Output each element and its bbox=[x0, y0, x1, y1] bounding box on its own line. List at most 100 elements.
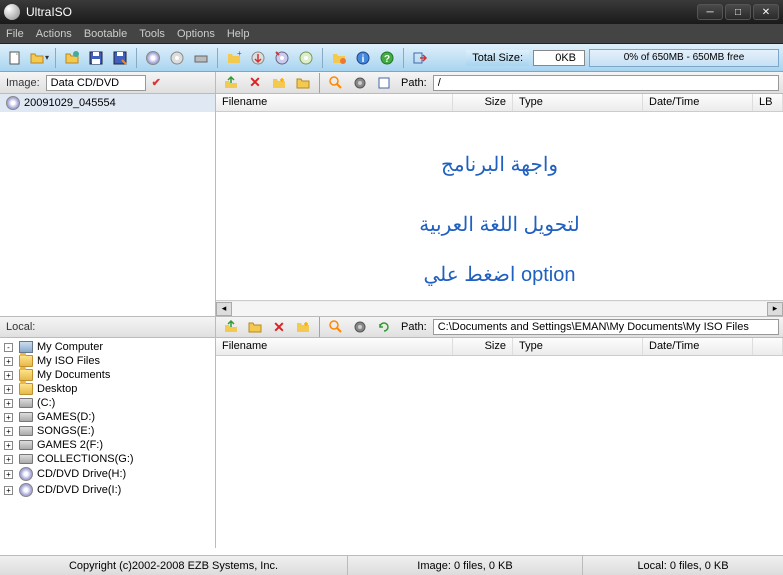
maximize-button[interactable]: □ bbox=[725, 4, 751, 20]
menu-actions[interactable]: Actions bbox=[36, 28, 72, 40]
add-files-button[interactable]: + bbox=[223, 47, 245, 69]
col-datetime[interactable]: Date/Time bbox=[643, 94, 753, 111]
img-path-input[interactable] bbox=[433, 75, 779, 91]
new-button[interactable] bbox=[4, 47, 26, 69]
local-tree-item[interactable]: + GAMES 2(F:) bbox=[2, 438, 213, 452]
col-type[interactable]: Type bbox=[513, 94, 643, 111]
disc-icon bbox=[6, 96, 20, 110]
img-find-button[interactable] bbox=[325, 72, 347, 94]
col-spare bbox=[753, 338, 783, 355]
col-filename[interactable]: Filename bbox=[216, 94, 453, 111]
img-folder-button[interactable] bbox=[292, 72, 314, 94]
local-tree-item[interactable]: +GAMES(D:) bbox=[2, 410, 213, 424]
exit-button[interactable] bbox=[409, 47, 431, 69]
loc-up-button[interactable] bbox=[220, 316, 242, 338]
expand-icon[interactable]: + bbox=[4, 455, 13, 464]
image-file-pane: Filename Size Type Date/Time LB واجهة ال… bbox=[216, 94, 783, 316]
img-up-button[interactable] bbox=[220, 72, 242, 94]
loc-props-button[interactable] bbox=[349, 316, 371, 338]
loc-refresh-button[interactable] bbox=[373, 316, 395, 338]
local-item-label: GAMES 2(F:) bbox=[37, 439, 103, 451]
col-lb[interactable]: LB bbox=[753, 94, 783, 111]
add-folder-button[interactable] bbox=[328, 47, 350, 69]
local-tree-item[interactable]: +COLLECTIONS(G:) bbox=[2, 452, 213, 466]
expand-icon[interactable]: + bbox=[4, 441, 13, 450]
menu-file[interactable]: File bbox=[6, 28, 24, 40]
local-item-label: CD/DVD Drive(I:) bbox=[37, 484, 121, 496]
menu-help[interactable]: Help bbox=[227, 28, 250, 40]
loc-open-button[interactable] bbox=[244, 316, 266, 338]
create-cd-button[interactable] bbox=[142, 47, 164, 69]
local-file-pane: Filename Size Type Date/Time bbox=[216, 338, 783, 548]
image-tree-pane: 20091029_045554 bbox=[0, 94, 216, 316]
loc-delete-button[interactable]: ✕ bbox=[268, 316, 290, 338]
expand-icon[interactable]: + bbox=[4, 385, 13, 394]
img-props-button[interactable] bbox=[349, 72, 371, 94]
help-button[interactable]: ? bbox=[376, 47, 398, 69]
col-type[interactable]: Type bbox=[513, 338, 643, 355]
expand-icon[interactable]: + bbox=[4, 470, 13, 479]
size-progress: 0% of 650MB - 650MB free bbox=[589, 49, 779, 67]
img-newfolder-button[interactable] bbox=[268, 72, 290, 94]
save-as-button[interactable] bbox=[109, 47, 131, 69]
loc-newfolder-button[interactable] bbox=[292, 316, 314, 338]
compress-button[interactable] bbox=[295, 47, 317, 69]
expand-icon[interactable]: + bbox=[4, 427, 13, 436]
scroll-right-icon[interactable]: ▸ bbox=[767, 302, 783, 316]
col-size[interactable]: Size bbox=[453, 338, 513, 355]
reopen-button[interactable] bbox=[61, 47, 83, 69]
main-toolbar: ▾ + i ? Total Size: 0KB 0% of 650MB - 65… bbox=[0, 44, 783, 72]
img-label-button[interactable] bbox=[373, 72, 395, 94]
scroll-left-icon[interactable]: ◂ bbox=[216, 302, 232, 316]
menu-bootable[interactable]: Bootable bbox=[84, 28, 127, 40]
image-hscroll[interactable]: ◂ ▸ bbox=[216, 300, 783, 316]
drive-icon bbox=[19, 412, 33, 422]
minimize-button[interactable]: ─ bbox=[697, 4, 723, 20]
status-image: Image: 0 files, 0 KB bbox=[348, 556, 583, 575]
col-size[interactable]: Size bbox=[453, 94, 513, 111]
local-tree-item[interactable]: + SONGS(E:) bbox=[2, 424, 213, 438]
loc-find-button[interactable] bbox=[325, 316, 347, 338]
local-tree-item[interactable]: + CD/DVD Drive(H:) bbox=[2, 466, 213, 482]
local-tree-item[interactable]: +Desktop bbox=[2, 382, 213, 396]
local-tree-item[interactable]: +My ISO Files bbox=[2, 354, 213, 368]
expand-icon[interactable]: + bbox=[4, 399, 13, 408]
overlay-line1: واجهة البرنامج bbox=[216, 152, 783, 177]
img-delete-button[interactable]: ✕ bbox=[244, 72, 266, 94]
mount-button[interactable] bbox=[190, 47, 212, 69]
image-label: Image: bbox=[6, 77, 40, 89]
extract-button[interactable] bbox=[247, 47, 269, 69]
expand-icon[interactable]: - bbox=[4, 343, 13, 352]
make-image-button[interactable] bbox=[271, 47, 293, 69]
overlay-line2: لتحويل اللغة العربية bbox=[216, 212, 783, 237]
menu-tools[interactable]: Tools bbox=[139, 28, 165, 40]
image-type-dropdown[interactable]: Data CD/DVD bbox=[46, 75, 146, 91]
expand-icon[interactable]: + bbox=[4, 486, 13, 495]
menu-options[interactable]: Options bbox=[177, 28, 215, 40]
check-icon[interactable]: ✔ bbox=[152, 76, 161, 89]
save-button[interactable] bbox=[85, 47, 107, 69]
local-item-label: SONGS(E:) bbox=[37, 425, 94, 437]
loc-path-label: Path: bbox=[401, 321, 427, 333]
expand-icon[interactable]: + bbox=[4, 413, 13, 422]
close-button[interactable]: ✕ bbox=[753, 4, 779, 20]
info-button[interactable]: i bbox=[352, 47, 374, 69]
expand-icon[interactable]: + bbox=[4, 371, 13, 380]
image-tree-root-label: 20091029_045554 bbox=[24, 97, 116, 109]
image-tree-root[interactable]: 20091029_045554 bbox=[0, 94, 215, 112]
total-size-value: 0KB bbox=[533, 50, 585, 66]
burn-button[interactable] bbox=[166, 47, 188, 69]
expand-icon[interactable]: + bbox=[4, 357, 13, 366]
drive-icon bbox=[19, 398, 33, 408]
local-tree-item[interactable]: + CD/DVD Drive(I:) bbox=[2, 482, 213, 498]
disc-icon bbox=[146, 51, 160, 65]
local-tree-item[interactable]: +My Documents bbox=[2, 368, 213, 382]
col-filename[interactable]: Filename bbox=[216, 338, 453, 355]
local-item-label: CD/DVD Drive(H:) bbox=[37, 468, 126, 480]
local-columns: Filename Size Type Date/Time bbox=[216, 338, 783, 356]
open-button[interactable]: ▾ bbox=[28, 47, 50, 69]
loc-path-input[interactable] bbox=[433, 319, 779, 335]
local-tree-item[interactable]: +(C:) bbox=[2, 396, 213, 410]
col-datetime[interactable]: Date/Time bbox=[643, 338, 753, 355]
local-tree-root[interactable]: - My Computer bbox=[2, 340, 213, 354]
